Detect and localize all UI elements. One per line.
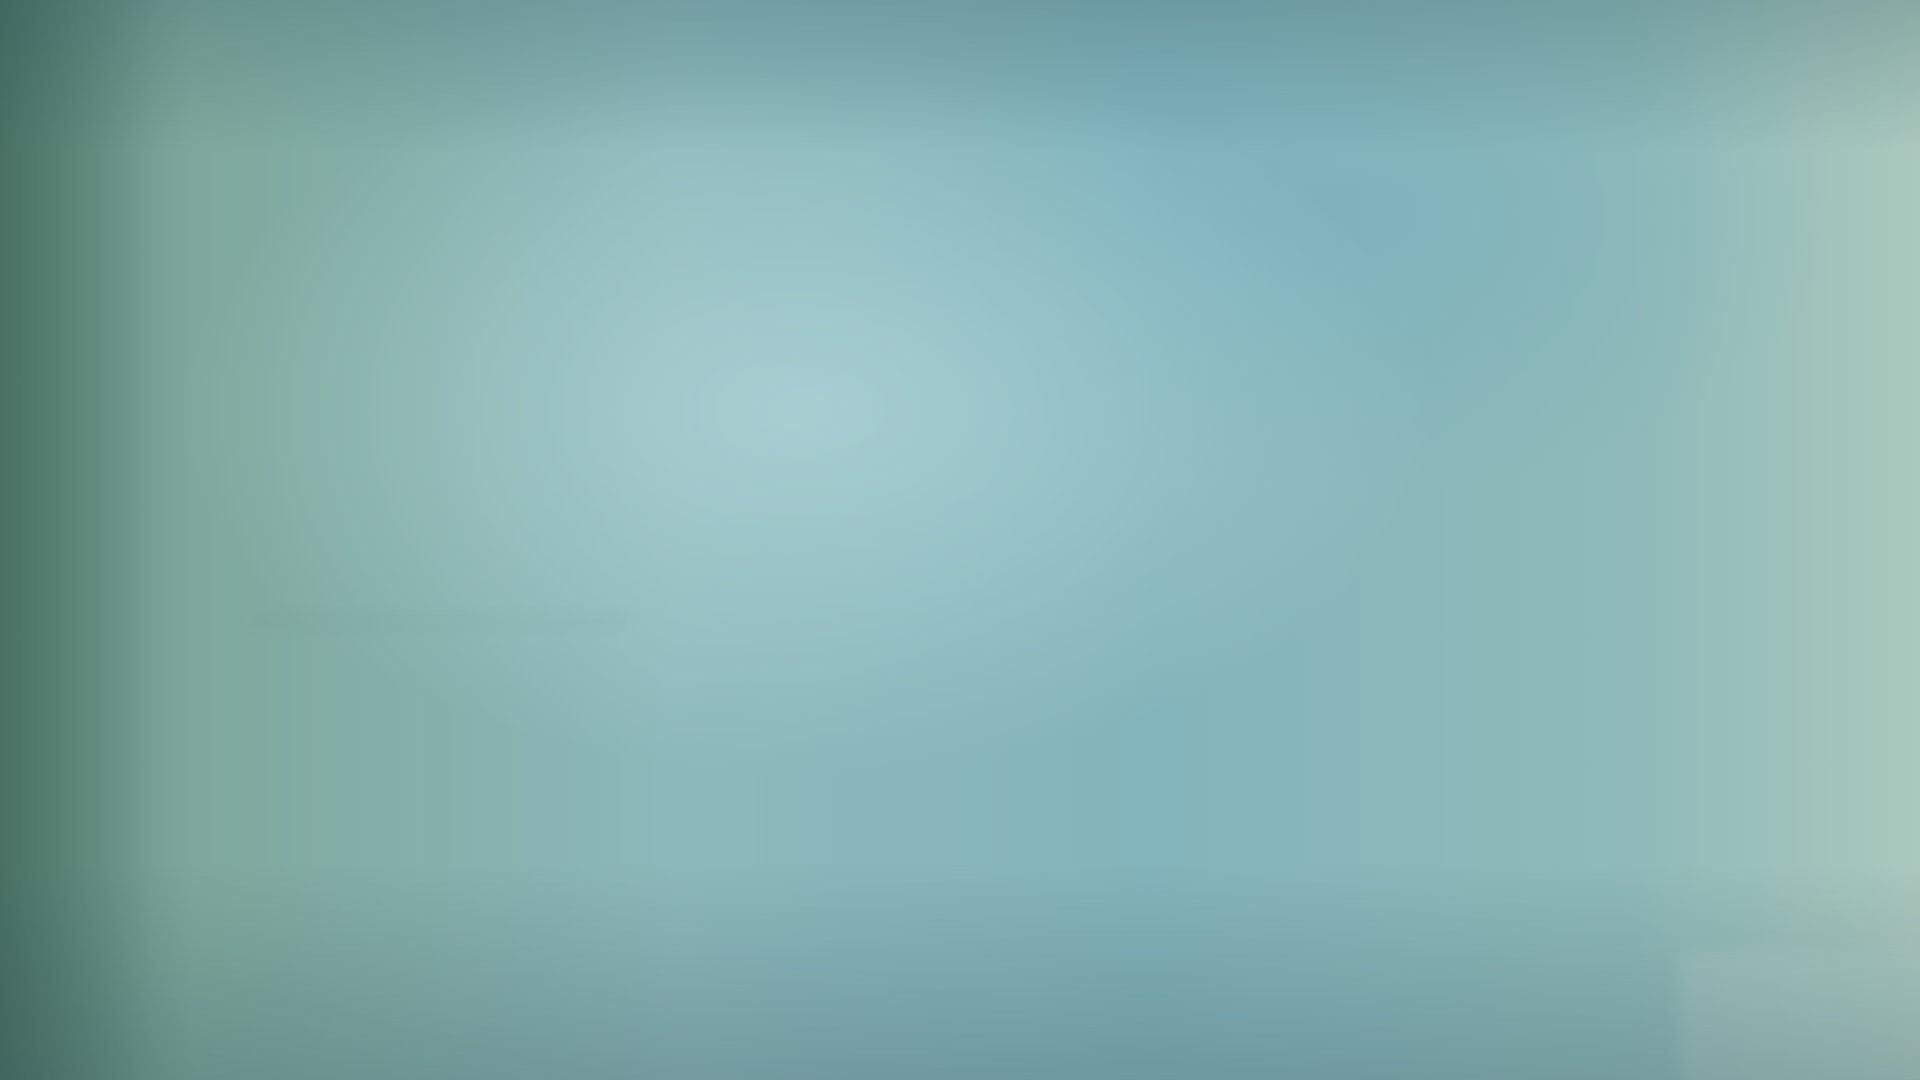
list-item[interactable] (0, 310, 1920, 370)
divider (250, 620, 630, 622)
footer-bar (0, 770, 1920, 840)
corner-panel (1680, 950, 1920, 1080)
list-item[interactable] (0, 90, 1920, 150)
list-item[interactable] (0, 0, 1920, 60)
file-list (0, 0, 1920, 622)
list-item[interactable] (0, 200, 1920, 260)
screen (0, 0, 1920, 1080)
list-item[interactable] (0, 535, 1920, 595)
list-item[interactable] (0, 420, 1920, 480)
